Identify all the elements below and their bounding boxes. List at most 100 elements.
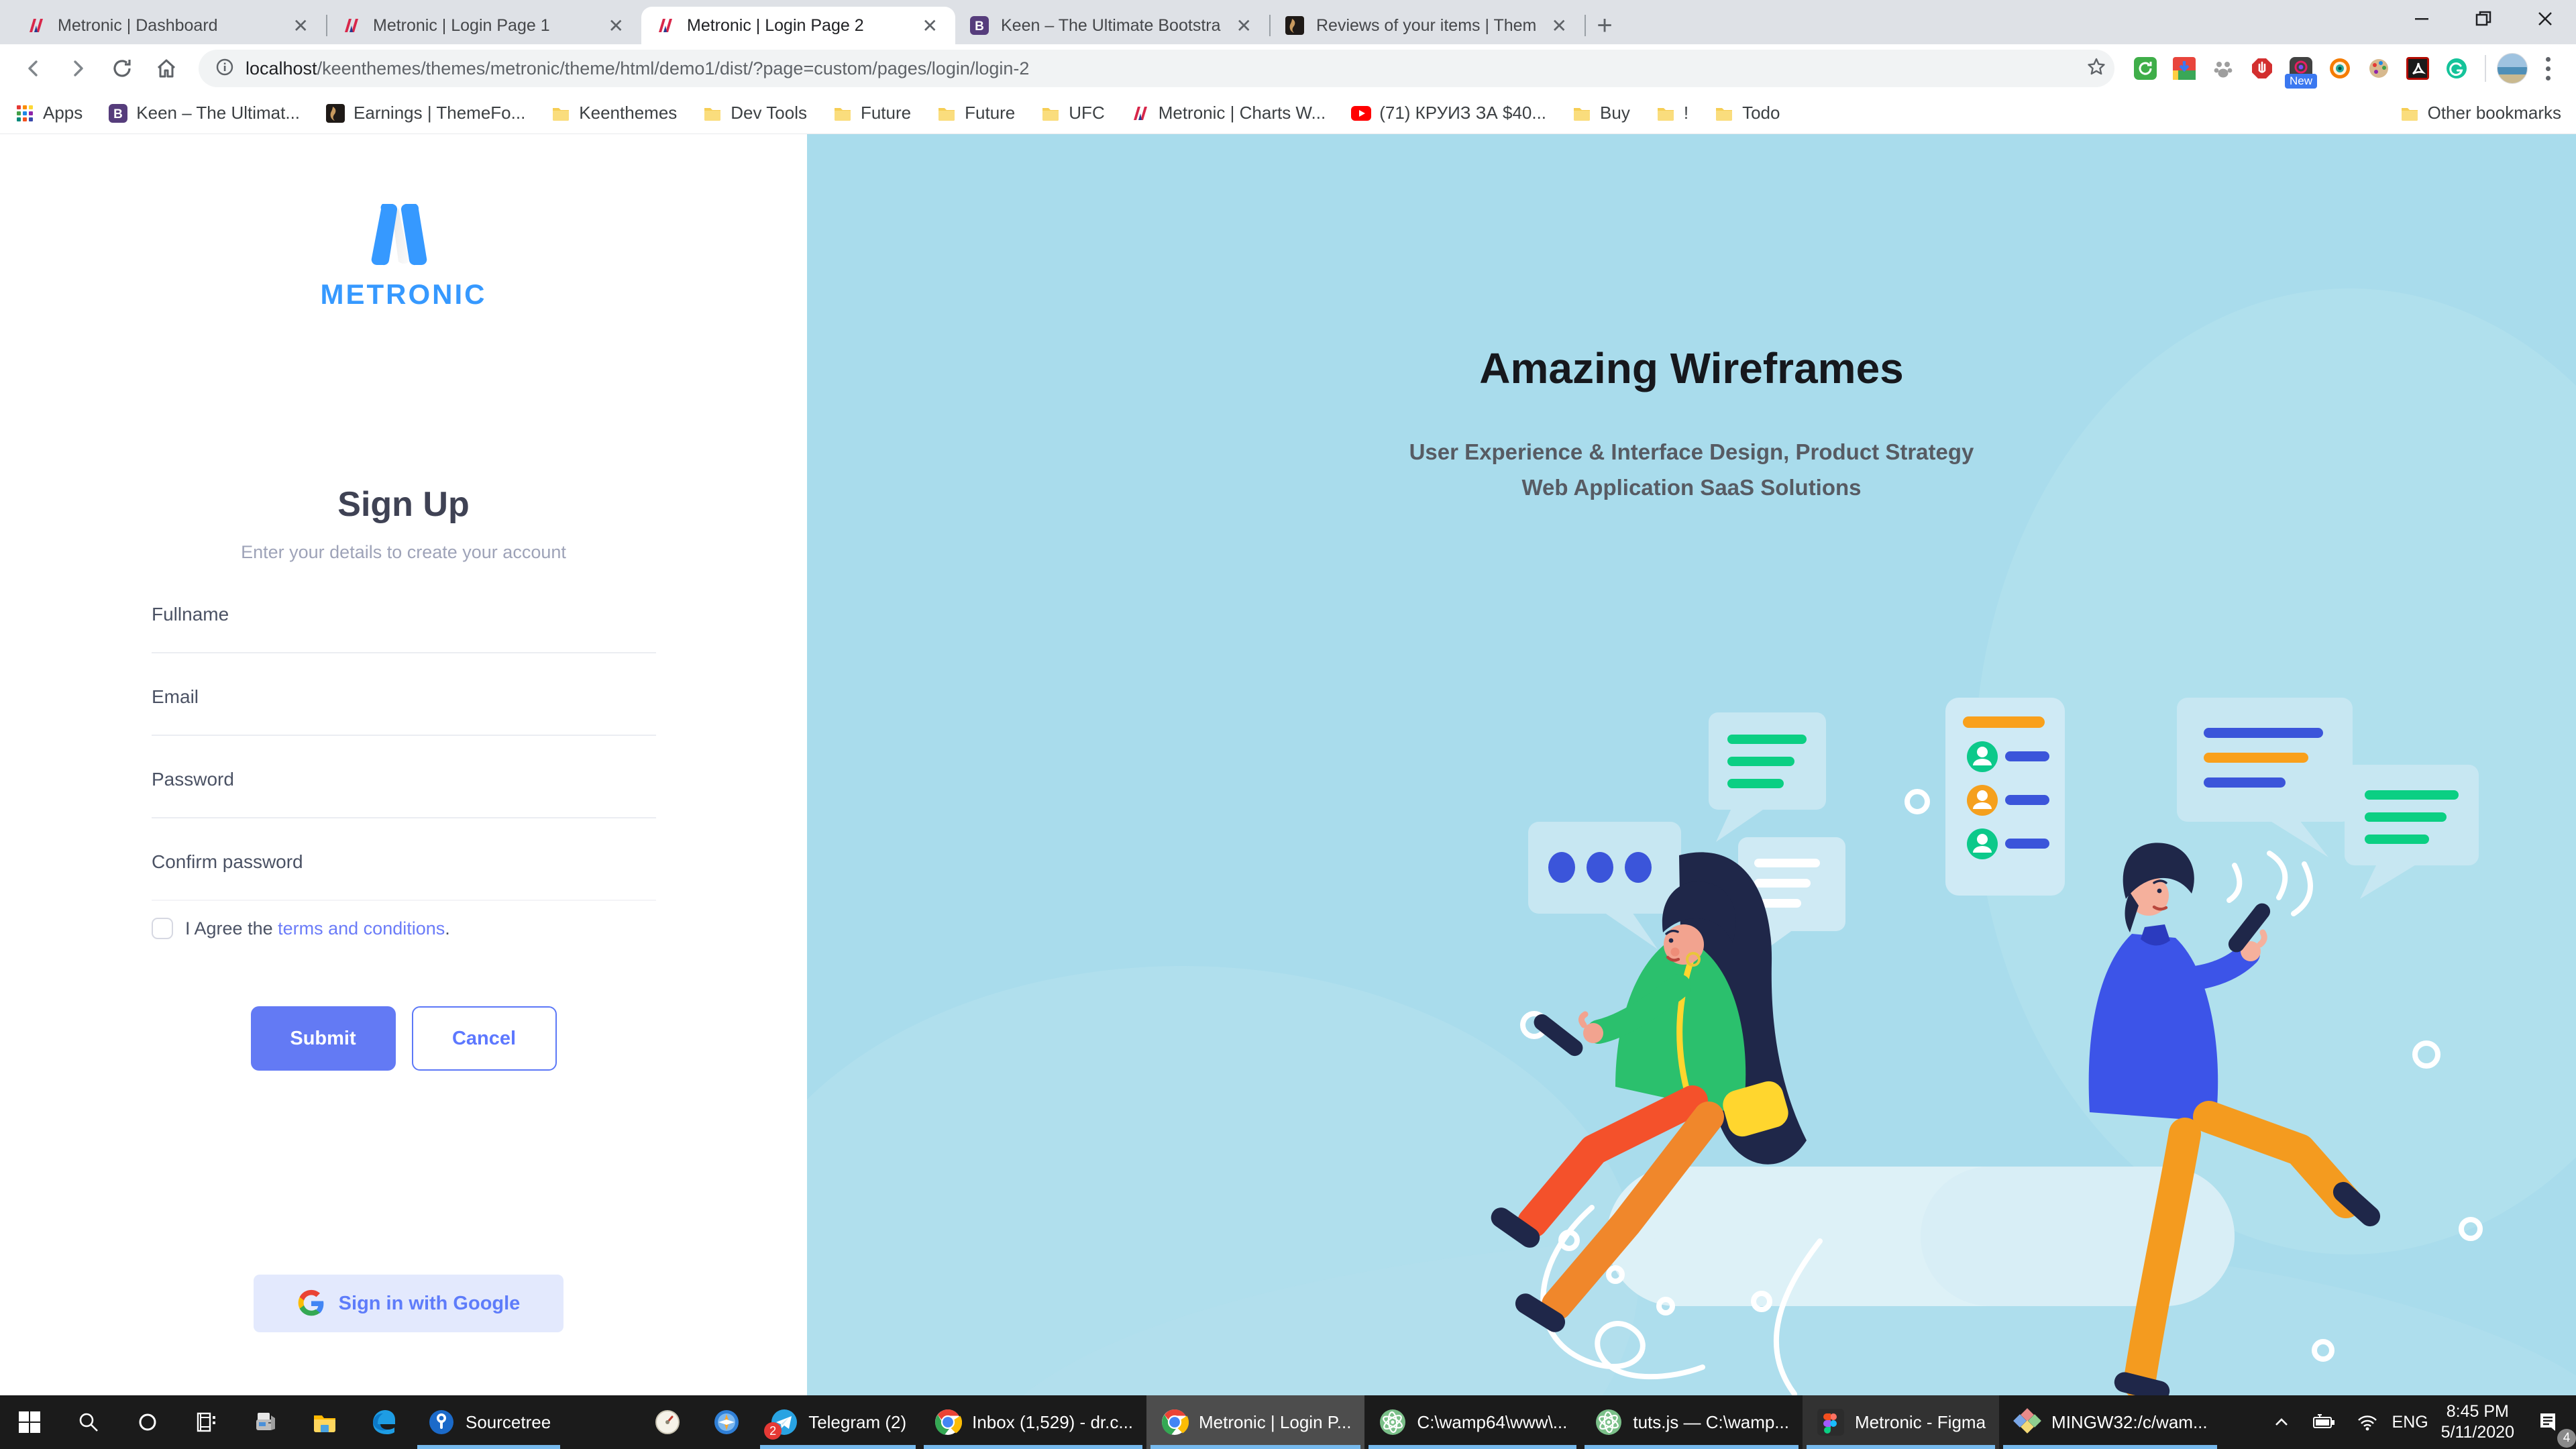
back-icon[interactable] — [15, 50, 52, 87]
email-field — [152, 680, 656, 736]
tab-close-icon[interactable]: ✕ — [289, 15, 313, 37]
tray-chevron-icon[interactable] — [2263, 1395, 2300, 1449]
cancel-button[interactable]: Cancel — [412, 1006, 557, 1071]
wireframes-illustration — [807, 134, 2576, 1395]
taskbar-sourcetree[interactable]: Sourcetree — [413, 1395, 564, 1449]
eye-extension-icon[interactable] — [2328, 56, 2352, 80]
bookmark-label: Keenthemes — [579, 103, 677, 123]
signup-title: Sign Up — [0, 484, 807, 525]
reload-icon[interactable] — [103, 50, 141, 87]
address-bar[interactable]: localhost/keenthemes/themes/metronic/the… — [199, 50, 2114, 87]
url-text[interactable]: localhost/keenthemes/themes/metronic/the… — [246, 58, 2074, 79]
password-input[interactable] — [152, 762, 656, 797]
paw-extension-icon[interactable] — [2211, 56, 2235, 80]
bookmark-folder-exclaim[interactable]: ! — [1656, 103, 1688, 123]
tab-close-icon[interactable]: ✕ — [1232, 15, 1256, 37]
taskbar-tuts-atom[interactable]: tuts.js — C:\wamp... — [1580, 1395, 1803, 1449]
submit-button[interactable]: Submit — [251, 1006, 396, 1071]
logo: METRONIC — [0, 204, 807, 311]
bookmark-folder-buy[interactable]: Buy — [1572, 103, 1630, 123]
agree-checkbox[interactable] — [152, 918, 173, 939]
bookmark-earnings[interactable]: Earnings | ThemeFo... — [325, 103, 525, 123]
tab-close-icon[interactable]: ✕ — [918, 15, 942, 37]
tab-metronic-login2-active[interactable]: Metronic | Login Page 2 ✕ — [641, 7, 955, 44]
tray-clock[interactable]: 8:45 PM 5/11/2020 — [2434, 1395, 2521, 1449]
agree-suffix: . — [445, 918, 450, 938]
bookmark-apps[interactable]: Apps — [15, 103, 83, 123]
bookmark-star-icon[interactable] — [2085, 56, 2108, 82]
bookmark-folder-ufc[interactable]: UFC — [1040, 103, 1104, 123]
green-speech-bubble-left — [1709, 712, 1826, 842]
mingw-icon — [2012, 1407, 2042, 1437]
tab-title: Metronic | Login Page 1 — [373, 16, 594, 36]
fax-app-button[interactable] — [236, 1395, 295, 1449]
taskbar-gauge-app[interactable] — [638, 1395, 697, 1449]
tray-language[interactable]: ENG — [2392, 1395, 2429, 1449]
taskbar-figma[interactable]: Metronic - Figma — [1803, 1395, 1999, 1449]
bookmark-keen[interactable]: B Keen – The Ultimat... — [108, 103, 300, 123]
taskbar-mingw[interactable]: MINGW32:/c/wam... — [1999, 1395, 2221, 1449]
fullname-input[interactable] — [152, 597, 656, 632]
folder-icon — [551, 103, 571, 123]
tab-metronic-dashboard[interactable]: Metronic | Dashboard ✕ — [12, 7, 326, 44]
start-button[interactable] — [0, 1395, 59, 1449]
terms-link[interactable]: terms and conditions — [278, 918, 445, 938]
window-minimize-button[interactable] — [2391, 0, 2453, 38]
taskbar-compass-app[interactable] — [697, 1395, 756, 1449]
taskbar-chrome-metronic-active[interactable]: Metronic | Login P... — [1146, 1395, 1364, 1449]
tray-wifi-icon[interactable] — [2349, 1395, 2386, 1449]
bookmark-folder-future2[interactable]: Future — [936, 103, 1015, 123]
new-tab-button[interactable]: + — [1586, 7, 1623, 44]
chrome-menu-icon[interactable] — [2534, 57, 2561, 80]
tab-close-icon[interactable]: ✕ — [604, 15, 628, 37]
bookmark-label: Future — [861, 103, 911, 123]
task-view-button[interactable] — [177, 1395, 236, 1449]
acrobat-extension-icon[interactable] — [2406, 56, 2430, 80]
bookmark-folder-keenthemes[interactable]: Keenthemes — [551, 103, 677, 123]
telegram-icon: 2 — [769, 1407, 799, 1437]
taskbar-chrome-inbox[interactable]: Inbox (1,529) - dr.c... — [920, 1395, 1146, 1449]
home-icon[interactable] — [148, 50, 185, 87]
cortana-button[interactable] — [118, 1395, 177, 1449]
notification-center-icon[interactable]: 4 — [2526, 1395, 2569, 1449]
confirm-password-input[interactable] — [152, 845, 656, 879]
tab-themeforest-reviews[interactable]: Reviews of your items | ThemeFo ✕ — [1271, 7, 1585, 44]
url-path: /keenthemes/themes/metronic/theme/html/d… — [317, 58, 1030, 78]
adblock-extension-icon[interactable] — [2250, 56, 2274, 80]
fullname-field — [152, 597, 656, 653]
other-bookmarks[interactable]: Other bookmarks — [2400, 103, 2561, 123]
chrome-icon — [1160, 1407, 1189, 1437]
apps-grid-icon — [15, 103, 35, 123]
bookmark-youtube-cruise[interactable]: (71) КРУИЗ ЗА $40... — [1351, 103, 1546, 123]
promo-subtitle-line2: Web Application SaaS Solutions — [807, 470, 2576, 506]
bookmark-metronic-charts[interactable]: Metronic | Charts W... — [1130, 103, 1326, 123]
file-explorer-button[interactable] — [295, 1395, 354, 1449]
palette-extension-icon[interactable] — [2367, 56, 2391, 80]
taskbar-wamp-atom[interactable]: C:\wamp64\www\... — [1364, 1395, 1580, 1449]
profile-avatar[interactable] — [2497, 53, 2528, 84]
camera-extension-icon[interactable]: New — [2289, 56, 2313, 80]
grammarly-extension-icon[interactable] — [2445, 56, 2469, 80]
tab-keen-bootstrap[interactable]: B Keen – The Ultimate Bootstrap A ✕ — [955, 7, 1269, 44]
bookmark-folder-devtools[interactable]: Dev Tools — [702, 103, 807, 123]
agree-row: I Agree the terms and conditions. — [152, 918, 450, 939]
bookmark-folder-todo[interactable]: Todo — [1714, 103, 1780, 123]
bookmark-folder-future1[interactable]: Future — [833, 103, 911, 123]
taskbar-search-button[interactable] — [59, 1395, 118, 1449]
window-restore-button[interactable] — [2453, 0, 2514, 38]
email-input[interactable] — [152, 680, 656, 714]
refresh-extension-icon[interactable] — [2133, 56, 2157, 80]
tab-close-icon[interactable]: ✕ — [1548, 15, 1571, 37]
bookmark-label: (71) КРУИЗ ЗА $40... — [1379, 103, 1546, 123]
forward-icon[interactable] — [59, 50, 97, 87]
page-info-icon[interactable] — [215, 57, 235, 80]
taskbar-telegram[interactable]: 2 Telegram (2) — [756, 1395, 920, 1449]
download-extension-icon[interactable] — [2172, 56, 2196, 80]
edge-button[interactable] — [354, 1395, 413, 1449]
google-signin-button[interactable]: Sign in with Google — [254, 1275, 564, 1332]
tab-metronic-login1[interactable]: Metronic | Login Page 1 ✕ — [327, 7, 641, 44]
tray-battery-icon[interactable] — [2306, 1395, 2343, 1449]
window-close-button[interactable] — [2514, 0, 2576, 38]
folder-icon — [2400, 103, 2420, 123]
tray-date: 5/11/2020 — [2441, 1422, 2514, 1443]
